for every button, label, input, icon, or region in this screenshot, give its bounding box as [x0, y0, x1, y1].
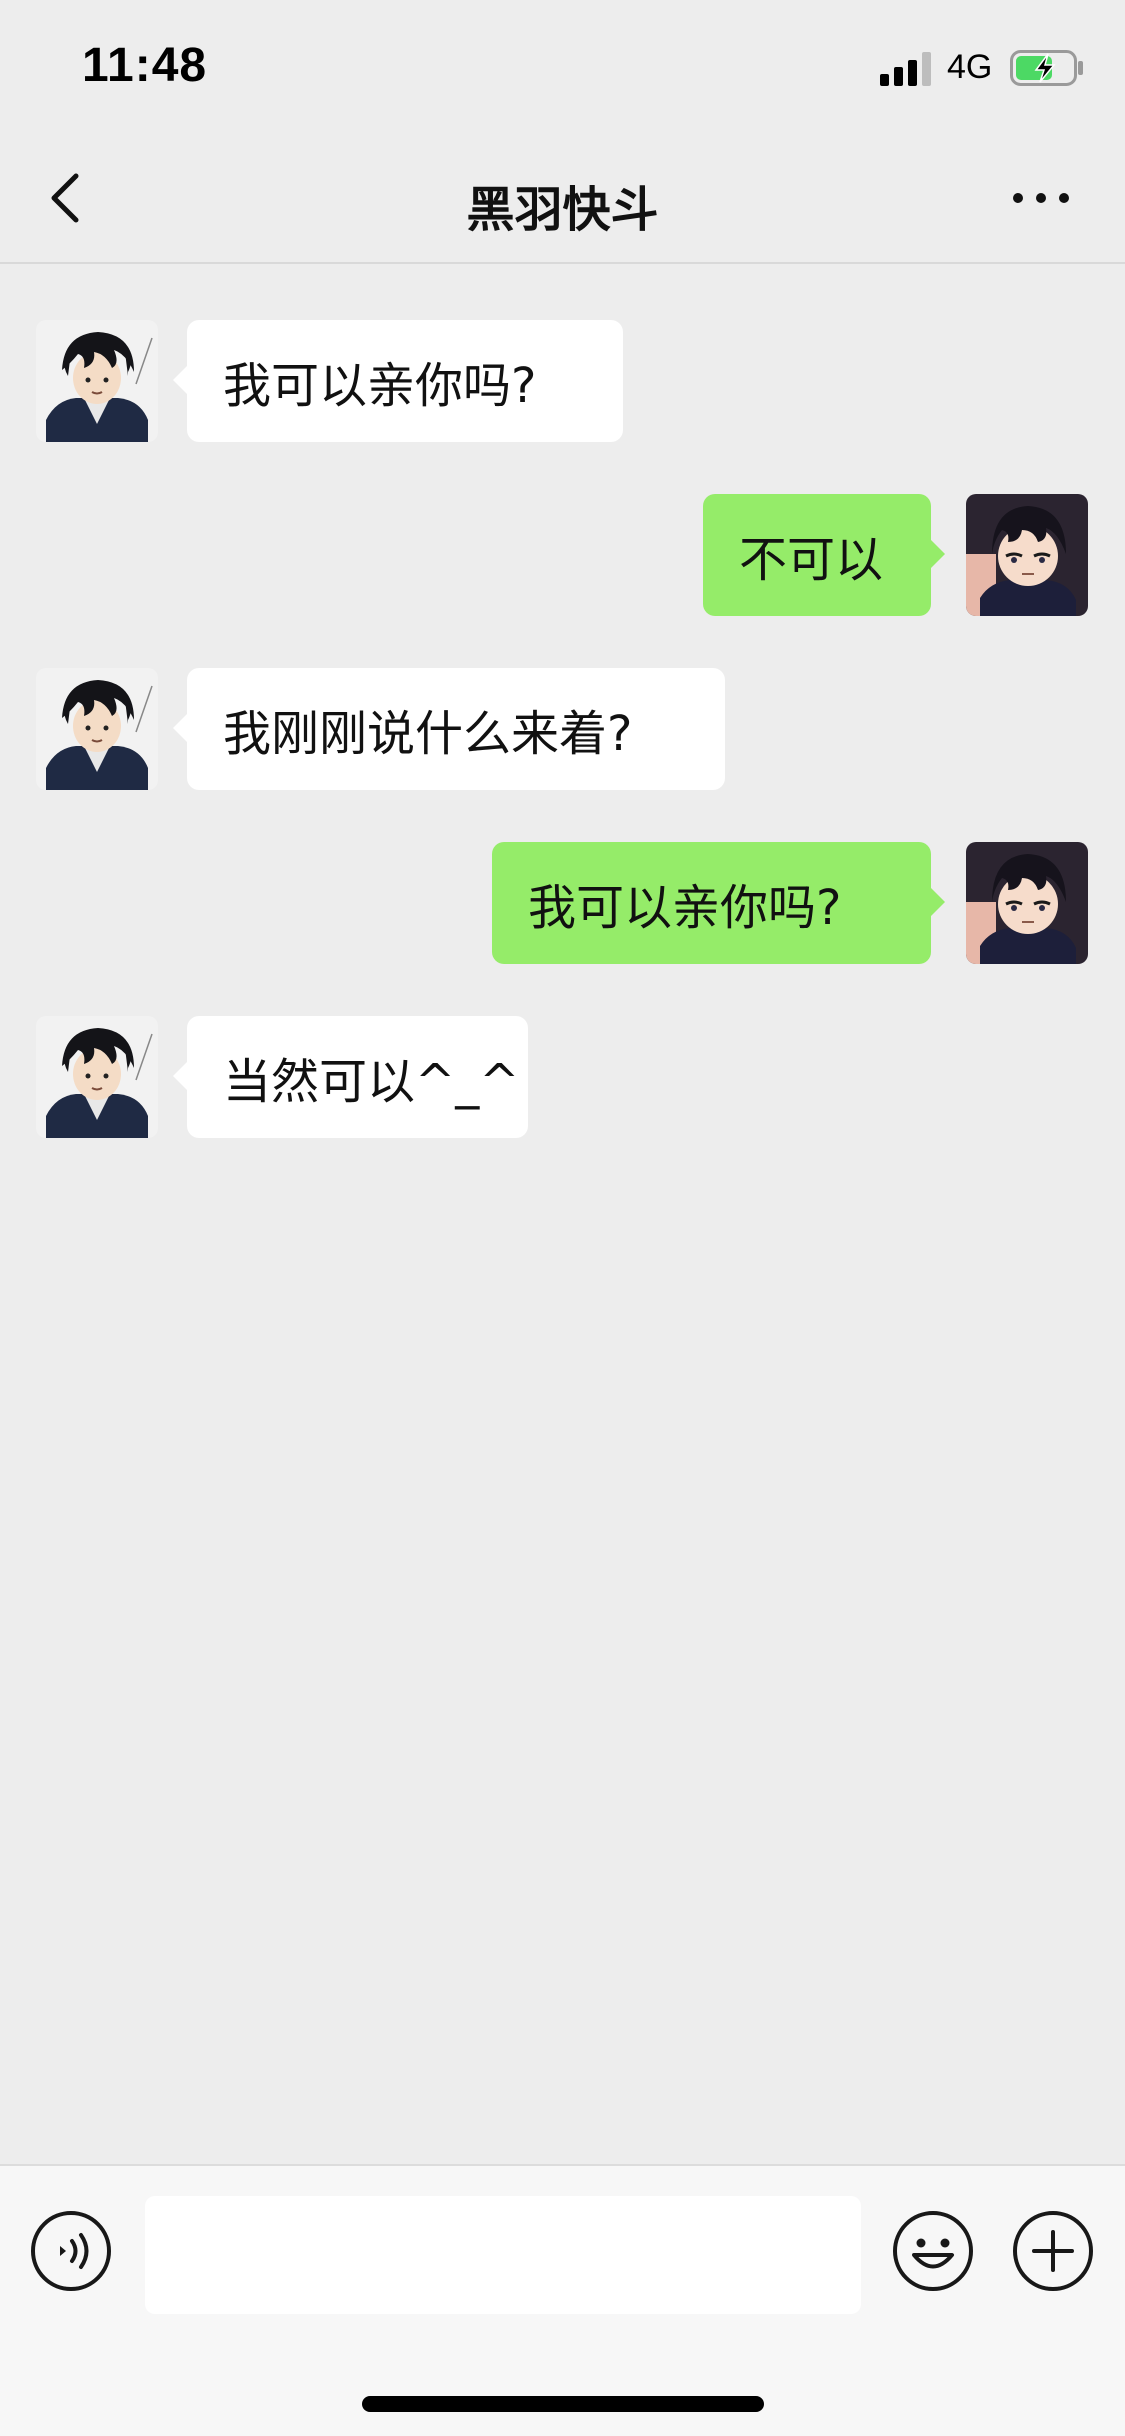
status-bar: 11:48 4G: [0, 0, 1125, 132]
voice-icon[interactable]: [30, 2210, 112, 2292]
message-row: 我刚刚说什么来着?: [0, 668, 1125, 792]
message-row: 我可以亲你吗?: [0, 842, 1125, 966]
battery-charging-icon: [1010, 50, 1083, 86]
message-text: 我可以亲你吗?: [528, 880, 842, 936]
outgoing-message-bubble[interactable]: 我可以亲你吗?: [492, 842, 945, 964]
my-avatar[interactable]: [966, 494, 1088, 616]
input-bar: [0, 2164, 1125, 2436]
more-dots-icon[interactable]: [1010, 188, 1072, 208]
outgoing-message-bubble[interactable]: 不可以: [703, 494, 945, 616]
message-input[interactable]: [145, 2196, 861, 2314]
message-row: 不可以: [0, 494, 1125, 618]
status-time: 11:48: [82, 39, 208, 92]
message-row: 我可以亲你吗?: [0, 320, 1125, 444]
network-label: 4G: [947, 48, 993, 86]
message-text: 当然可以^_^: [223, 1054, 520, 1110]
chat-title: 黑羽快斗: [466, 182, 659, 238]
emoji-icon[interactable]: [892, 2210, 974, 2292]
incoming-message-bubble[interactable]: 我刚刚说什么来着?: [173, 668, 725, 790]
signal-icon: [880, 52, 931, 86]
contact-avatar[interactable]: [36, 320, 158, 442]
add-icon[interactable]: [1012, 2210, 1094, 2292]
message-text: 我可以亲你吗?: [223, 358, 537, 414]
contact-avatar[interactable]: [36, 668, 158, 790]
message-text: 不可以: [739, 532, 884, 588]
my-avatar[interactable]: [966, 842, 1088, 964]
home-indicator: [362, 2396, 764, 2412]
incoming-message-bubble[interactable]: 我可以亲你吗?: [173, 320, 623, 442]
message-row: 当然可以^_^: [0, 1016, 1125, 1140]
contact-avatar[interactable]: [36, 1016, 158, 1138]
incoming-message-bubble[interactable]: 当然可以^_^: [173, 1016, 528, 1138]
message-text: 我刚刚说什么来着?: [223, 706, 633, 762]
chat-screen: 11:48 4G 黑羽快斗 我可以亲你吗? 不可以 我刚刚说什么来着? 我可以亲…: [0, 0, 1125, 2436]
nav-bar: 黑羽快斗: [0, 132, 1125, 264]
